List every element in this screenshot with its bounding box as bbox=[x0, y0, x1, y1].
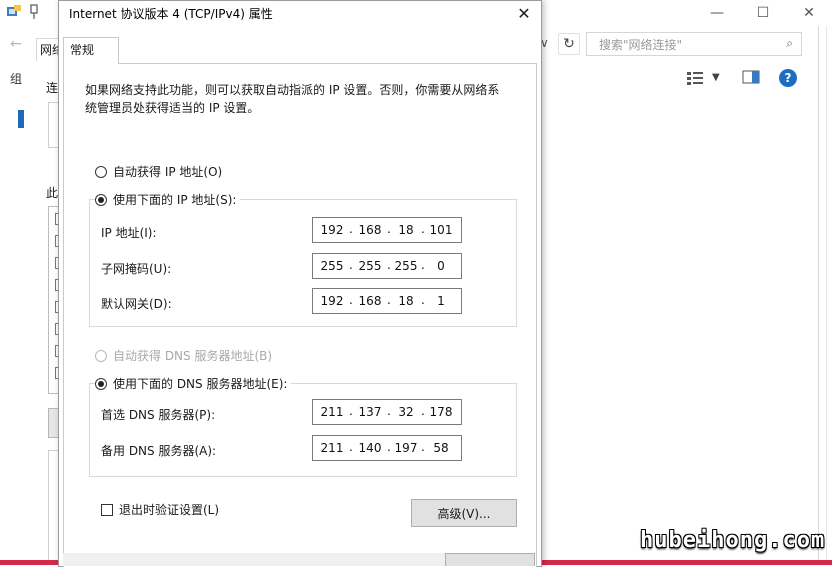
validate-on-exit-label: 退出时验证设置(L) bbox=[119, 503, 220, 517]
watermark: hubeihong.com bbox=[640, 528, 826, 553]
ip-octet: 140 bbox=[358, 441, 382, 455]
gateway-label: 默认网关(D): bbox=[101, 297, 172, 311]
advanced-button[interactable]: 高级(V)... bbox=[411, 499, 517, 527]
ip-octet: 18 bbox=[398, 294, 414, 308]
dialog-close-button[interactable]: ✕ bbox=[513, 3, 535, 23]
ip-dot: . bbox=[349, 440, 353, 454]
ip-dot: . bbox=[421, 258, 425, 272]
section-label: 此 bbox=[46, 186, 59, 200]
description-text: 如果网络支持此功能，则可以获取自动指派的 IP 设置。否则，你需要从网络系统管理… bbox=[85, 83, 500, 115]
refresh-icon: ↻ bbox=[563, 36, 575, 52]
ip-manual-label: 使用下面的 IP 地址(S): bbox=[113, 193, 237, 207]
ip-octet: 178 bbox=[429, 405, 453, 419]
connect-label: 连 bbox=[46, 81, 59, 95]
ip-octet: 255 bbox=[320, 259, 344, 273]
ip-dot: . bbox=[349, 293, 353, 307]
network-app-icon bbox=[7, 5, 21, 16]
ip-octet: 101 bbox=[429, 223, 453, 237]
search-icon[interactable]: ⌕ bbox=[786, 36, 793, 51]
close-icon: ✕ bbox=[517, 3, 531, 23]
ip-dot: . bbox=[421, 404, 425, 418]
subnet-mask-field[interactable]: 255 . 255 . 255 . 0 bbox=[312, 253, 462, 279]
ip-dot: . bbox=[349, 222, 353, 236]
ip-address-label: IP 地址(I): bbox=[101, 226, 157, 240]
ip-dot: . bbox=[349, 404, 353, 418]
dialog-title: Internet 协议版本 4 (TCP/IPv4) 属性 bbox=[69, 7, 273, 21]
dns-alternate-label: 备用 DNS 服务器(A): bbox=[101, 444, 217, 458]
subnet-mask-label: 子网掩码(U): bbox=[101, 262, 172, 276]
radio-button-selected[interactable] bbox=[95, 377, 107, 390]
ip-octet: 197 bbox=[394, 441, 418, 455]
dns-group-box bbox=[89, 383, 517, 477]
ip-octet: 211 bbox=[320, 405, 344, 419]
dns-manual-radio[interactable]: 使用下面的 DNS 服务器地址(E): bbox=[95, 375, 292, 392]
ip-octet: 32 bbox=[398, 405, 414, 419]
minimize-button[interactable]: — bbox=[694, 0, 740, 26]
ip-octet: 168 bbox=[358, 223, 382, 237]
ip-dot: . bbox=[421, 293, 425, 307]
checkbox[interactable] bbox=[101, 503, 113, 516]
search-input[interactable]: 搜索"网络连接" ⌕ bbox=[586, 32, 802, 56]
radio-button[interactable] bbox=[95, 165, 107, 178]
maximize-button[interactable]: ☐ bbox=[740, 0, 786, 26]
ip-octet: 137 bbox=[358, 405, 382, 419]
dns-alternate-field[interactable]: 211 . 140 . 197 . 58 bbox=[312, 435, 462, 461]
ip-dot: . bbox=[421, 222, 425, 236]
view-dropdown-icon[interactable]: ▼ bbox=[712, 72, 720, 83]
divider bbox=[826, 26, 827, 565]
dns-preferred-field[interactable]: 211 . 137 . 32 . 178 bbox=[312, 399, 462, 425]
ip-octet: 1 bbox=[437, 294, 445, 308]
refresh-button[interactable]: ↻ bbox=[558, 33, 580, 55]
dns-auto-label: 自动获得 DNS 服务器地址(B) bbox=[113, 349, 273, 363]
dns-manual-label: 使用下面的 DNS 服务器地址(E): bbox=[113, 377, 288, 391]
ip-dot: . bbox=[349, 258, 353, 272]
pin-icon bbox=[30, 4, 38, 19]
help-icon[interactable]: ? bbox=[779, 69, 797, 87]
ip-octet: 192 bbox=[320, 294, 344, 308]
ip-octet: 58 bbox=[433, 441, 449, 455]
ip-address-field[interactable]: 192 . 168 . 18 . 101 bbox=[312, 217, 462, 243]
ip-octet: 0 bbox=[437, 259, 445, 273]
ip-octet: 255 bbox=[358, 259, 382, 273]
tcpip-properties-dialog: Internet 协议版本 4 (TCP/IPv4) 属性 ✕ 常规 如果网络支… bbox=[58, 0, 542, 567]
ip-octet: 18 bbox=[398, 223, 414, 237]
divider bbox=[818, 26, 819, 565]
view-options-icon[interactable] bbox=[686, 70, 706, 86]
ip-octet: 192 bbox=[320, 223, 344, 237]
ip-octet: 255 bbox=[394, 259, 418, 273]
search-placeholder: 搜索"网络连接" bbox=[599, 38, 683, 52]
preview-pane-icon[interactable] bbox=[742, 70, 760, 84]
radio-button-disabled[interactable] bbox=[95, 349, 107, 362]
window-close-button[interactable]: ✕ bbox=[786, 0, 832, 26]
ip-octet: 211 bbox=[320, 441, 344, 455]
command-bar-label: 组 bbox=[10, 72, 23, 86]
ip-auto-radio[interactable]: 自动获得 IP 地址(O) bbox=[95, 163, 222, 180]
dns-preferred-label: 首选 DNS 服务器(P): bbox=[101, 408, 216, 422]
tab-general[interactable]: 常规 bbox=[63, 37, 119, 64]
ip-auto-label: 自动获得 IP 地址(O) bbox=[113, 165, 223, 179]
gateway-field[interactable]: 192 . 168 . 18 . 1 bbox=[312, 288, 462, 314]
ip-manual-radio[interactable]: 使用下面的 IP 地址(S): bbox=[95, 191, 241, 208]
back-arrow-icon[interactable]: ← bbox=[10, 36, 22, 52]
radio-button-selected[interactable] bbox=[95, 193, 107, 206]
dns-auto-radio[interactable]: 自动获得 DNS 服务器地址(B) bbox=[95, 347, 272, 364]
dialog-footer-button[interactable] bbox=[445, 553, 535, 566]
validate-on-exit-checkbox[interactable]: 退出时验证设置(L) bbox=[101, 501, 219, 518]
ip-dot: . bbox=[421, 440, 425, 454]
ip-octet: 168 bbox=[358, 294, 382, 308]
left-pane-icon bbox=[18, 110, 24, 128]
